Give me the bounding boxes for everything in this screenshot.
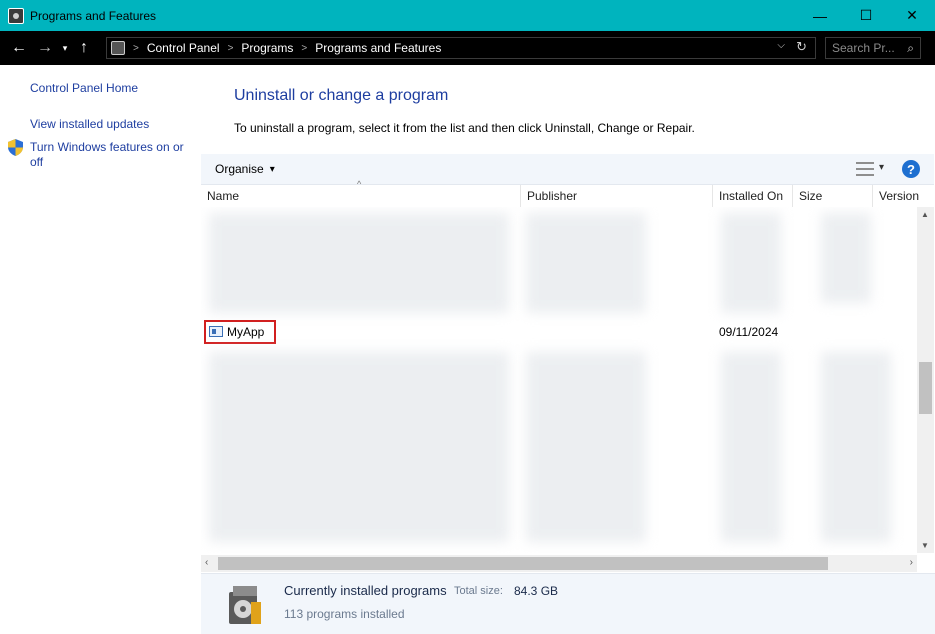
obscured-rows (821, 213, 871, 303)
breadcrumb-programs-and-features[interactable]: Programs and Features (315, 41, 441, 55)
search-box[interactable]: ⌕ (825, 37, 921, 59)
breadcrumb-separator-icon: > (133, 42, 139, 54)
breadcrumb-separator-icon: > (301, 42, 308, 54)
help-icon[interactable]: ? (902, 160, 920, 178)
scroll-down-icon[interactable]: ▼ (921, 541, 929, 550)
scroll-left-icon[interactable]: ‹ (205, 557, 208, 568)
organise-label: Organise (215, 162, 264, 176)
maximize-button[interactable]: ☐ (843, 0, 889, 31)
total-size-value: 84.3 GB (514, 584, 559, 598)
obscured-rows (821, 352, 891, 542)
window-title: Programs and Features (30, 8, 157, 23)
scroll-up-icon[interactable]: ▲ (921, 210, 929, 219)
address-bar[interactable]: > Control Panel > Programs > Programs an… (106, 37, 816, 59)
installed-programs-disk-icon (229, 586, 261, 624)
organise-menu-button[interactable]: Organise ▾ (215, 162, 275, 176)
column-header-row: ^ Name Publisher Installed On Size Versi… (201, 179, 935, 207)
vertical-scroll-thumb[interactable] (919, 362, 932, 414)
title-bar: Programs and Features — ☐ ✕ (0, 0, 935, 31)
obscured-rows (209, 352, 509, 542)
refresh-icon[interactable]: ↻ (796, 39, 807, 55)
column-header-size[interactable]: Size (793, 185, 873, 207)
obscured-rows (526, 352, 646, 542)
chevron-down-icon: ▾ (269, 163, 275, 175)
navigation-bar: ← → ▾ ↑ > Control Panel > Programs > Pro… (0, 31, 935, 65)
instructions-text: To uninstall a program, select it from t… (234, 121, 695, 135)
page-title: Uninstall or change a program (234, 87, 449, 104)
obscured-rows (721, 352, 781, 542)
address-dropdown-icon[interactable]: ⌵ (777, 40, 785, 51)
total-size-label: Total size: (454, 585, 503, 597)
command-toolbar: Organise ▾ ▾ ? (201, 154, 934, 185)
installed-programs-title: Currently installed programs (284, 583, 447, 598)
turn-windows-features-link[interactable]: Turn Windows features on or off (30, 140, 184, 170)
breadcrumb-separator-icon: > (227, 42, 234, 54)
program-installed-on: 09/11/2024 (719, 325, 779, 339)
main-content: Uninstall or change a program To uninsta… (200, 65, 935, 634)
horizontal-scrollbar[interactable]: ‹ › (201, 555, 917, 572)
uac-shield-icon (8, 139, 23, 156)
control-panel-home-link[interactable]: Control Panel Home (30, 81, 138, 95)
details-view-icon[interactable] (856, 162, 874, 176)
search-icon[interactable]: ⌕ (907, 41, 914, 56)
column-header-publisher[interactable]: Publisher (521, 185, 713, 207)
column-header-name[interactable]: Name (201, 185, 521, 207)
view-options-chevron-icon[interactable]: ▾ (879, 162, 884, 173)
breadcrumb-control-panel[interactable]: Control Panel (147, 41, 220, 55)
view-installed-updates-link[interactable]: View installed updates (30, 117, 149, 131)
programs-app-icon (8, 7, 24, 24)
program-list[interactable]: MyApp 09/11/2024 (201, 207, 917, 553)
table-row[interactable]: MyApp 09/11/2024 (201, 320, 917, 344)
obscured-rows (526, 213, 646, 313)
details-pane: Currently installed programs Total size:… (201, 573, 935, 634)
vertical-scrollbar[interactable]: ▲ ▼ (917, 207, 934, 553)
horizontal-scroll-thumb[interactable] (218, 557, 828, 570)
column-header-version[interactable]: Version (873, 185, 935, 207)
minimize-button[interactable]: — (797, 0, 843, 31)
recent-locations-chevron-icon[interactable]: ▾ (58, 31, 72, 65)
breadcrumb-programs[interactable]: Programs (241, 41, 293, 55)
highlight-outline (204, 320, 276, 344)
up-arrow-icon[interactable]: ↑ (72, 31, 96, 65)
windows-features-link-line2: off (30, 155, 44, 169)
window-controls: — ☐ ✕ (797, 0, 935, 31)
close-button[interactable]: ✕ (889, 0, 935, 31)
program-count-text: 113 programs installed (284, 607, 405, 621)
back-arrow-icon[interactable]: ← (6, 31, 32, 65)
obscured-rows (209, 213, 509, 313)
search-input[interactable] (832, 41, 898, 55)
control-panel-icon (111, 41, 125, 55)
forward-arrow-icon[interactable]: → (32, 31, 58, 65)
obscured-rows (721, 213, 781, 313)
windows-features-link-line1: Turn Windows features on or (30, 140, 184, 154)
scroll-right-icon[interactable]: › (910, 557, 913, 568)
left-task-pane: Control Panel Home View installed update… (0, 65, 200, 634)
column-header-installed-on[interactable]: Installed On (713, 185, 793, 207)
